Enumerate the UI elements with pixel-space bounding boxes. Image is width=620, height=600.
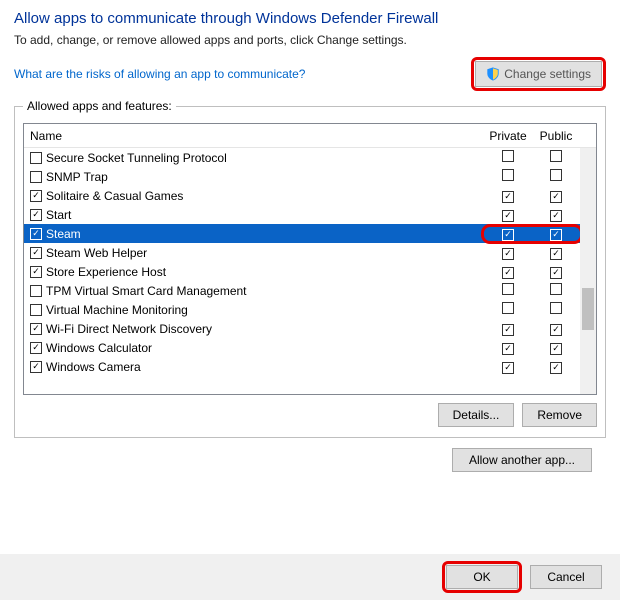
public-checkbox[interactable] bbox=[550, 150, 562, 162]
highlight-change-settings: Change settings bbox=[471, 57, 606, 91]
table-row[interactable]: SNMP Trap bbox=[24, 167, 580, 186]
allow-checkbox[interactable] bbox=[30, 361, 42, 373]
allow-checkbox[interactable] bbox=[30, 247, 42, 259]
private-checkbox[interactable] bbox=[502, 210, 514, 222]
allow-checkbox[interactable] bbox=[30, 190, 42, 202]
row-name: Solitaire & Casual Games bbox=[46, 189, 183, 203]
shield-icon bbox=[486, 67, 500, 81]
private-checkbox[interactable] bbox=[502, 267, 514, 279]
column-public[interactable]: Public bbox=[532, 129, 580, 143]
row-name: Start bbox=[46, 208, 71, 222]
remove-button[interactable]: Remove bbox=[522, 403, 597, 427]
table-row[interactable]: Store Experience Host bbox=[24, 262, 580, 281]
table-row[interactable]: Secure Socket Tunneling Protocol bbox=[24, 148, 580, 167]
allow-checkbox[interactable] bbox=[30, 171, 42, 183]
row-name: Windows Calculator bbox=[46, 341, 152, 355]
private-checkbox[interactable] bbox=[502, 324, 514, 336]
row-name: Steam bbox=[46, 227, 81, 241]
row-name: TPM Virtual Smart Card Management bbox=[46, 284, 247, 298]
table-row[interactable]: Windows Camera bbox=[24, 357, 580, 376]
public-checkbox[interactable] bbox=[550, 210, 562, 222]
allow-another-app-button[interactable]: Allow another app... bbox=[452, 448, 592, 472]
public-checkbox[interactable] bbox=[550, 302, 562, 314]
allow-checkbox[interactable] bbox=[30, 323, 42, 335]
public-checkbox[interactable] bbox=[550, 191, 562, 203]
table-row[interactable]: Steam Web Helper bbox=[24, 243, 580, 262]
row-name: Store Experience Host bbox=[46, 265, 166, 279]
private-checkbox[interactable] bbox=[502, 229, 514, 241]
allowed-apps-panel: Allowed apps and features: Name Private … bbox=[14, 99, 606, 438]
page-title: Allow apps to communicate through Window… bbox=[14, 10, 606, 27]
change-settings-button[interactable]: Change settings bbox=[475, 61, 602, 87]
public-checkbox[interactable] bbox=[550, 248, 562, 260]
allow-checkbox[interactable] bbox=[30, 228, 42, 240]
row-name: Wi-Fi Direct Network Discovery bbox=[46, 322, 212, 336]
column-name[interactable]: Name bbox=[30, 129, 484, 143]
row-name: Secure Socket Tunneling Protocol bbox=[46, 151, 227, 165]
private-checkbox[interactable] bbox=[502, 248, 514, 260]
table-row[interactable]: TPM Virtual Smart Card Management bbox=[24, 281, 580, 300]
row-name: Steam Web Helper bbox=[46, 246, 147, 260]
public-checkbox[interactable] bbox=[550, 169, 562, 181]
apps-list: Name Private Public Secure Socket Tunnel… bbox=[23, 123, 597, 395]
risks-link[interactable]: What are the risks of allowing an app to… bbox=[14, 67, 305, 81]
highlight-steam-checks bbox=[484, 227, 580, 241]
details-button[interactable]: Details... bbox=[438, 403, 515, 427]
allow-checkbox[interactable] bbox=[30, 285, 42, 297]
private-checkbox[interactable] bbox=[502, 150, 514, 162]
highlight-ok: OK bbox=[442, 561, 522, 593]
public-checkbox[interactable] bbox=[550, 362, 562, 374]
table-row[interactable]: Solitaire & Casual Games bbox=[24, 186, 580, 205]
allow-checkbox[interactable] bbox=[30, 209, 42, 221]
public-checkbox[interactable] bbox=[550, 343, 562, 355]
allow-checkbox[interactable] bbox=[30, 342, 42, 354]
scrollbar-thumb[interactable] bbox=[582, 288, 594, 330]
private-checkbox[interactable] bbox=[502, 283, 514, 295]
table-row[interactable]: Windows Calculator bbox=[24, 338, 580, 357]
panel-legend: Allowed apps and features: bbox=[23, 99, 176, 113]
public-checkbox[interactable] bbox=[550, 229, 562, 241]
private-checkbox[interactable] bbox=[502, 169, 514, 181]
row-name: SNMP Trap bbox=[46, 170, 108, 184]
private-checkbox[interactable] bbox=[502, 302, 514, 314]
page-subtitle: To add, change, or remove allowed apps a… bbox=[14, 33, 606, 47]
table-row[interactable]: Virtual Machine Monitoring bbox=[24, 300, 580, 319]
row-name: Virtual Machine Monitoring bbox=[46, 303, 188, 317]
change-settings-label: Change settings bbox=[504, 67, 591, 81]
private-checkbox[interactable] bbox=[502, 343, 514, 355]
list-scrollbar[interactable] bbox=[580, 148, 596, 394]
cancel-button[interactable]: Cancel bbox=[530, 565, 602, 589]
list-header: Name Private Public bbox=[24, 124, 596, 148]
allow-checkbox[interactable] bbox=[30, 266, 42, 278]
ok-button[interactable]: OK bbox=[446, 565, 518, 589]
allow-checkbox[interactable] bbox=[30, 152, 42, 164]
allow-checkbox[interactable] bbox=[30, 304, 42, 316]
column-private[interactable]: Private bbox=[484, 129, 532, 143]
public-checkbox[interactable] bbox=[550, 324, 562, 336]
table-row[interactable]: Steam bbox=[24, 224, 580, 243]
table-row[interactable]: Start bbox=[24, 205, 580, 224]
public-checkbox[interactable] bbox=[550, 267, 562, 279]
table-row[interactable]: Wi-Fi Direct Network Discovery bbox=[24, 319, 580, 338]
row-name: Windows Camera bbox=[46, 360, 141, 374]
dialog-footer: OK Cancel bbox=[0, 554, 620, 600]
private-checkbox[interactable] bbox=[502, 362, 514, 374]
public-checkbox[interactable] bbox=[550, 283, 562, 295]
private-checkbox[interactable] bbox=[502, 191, 514, 203]
